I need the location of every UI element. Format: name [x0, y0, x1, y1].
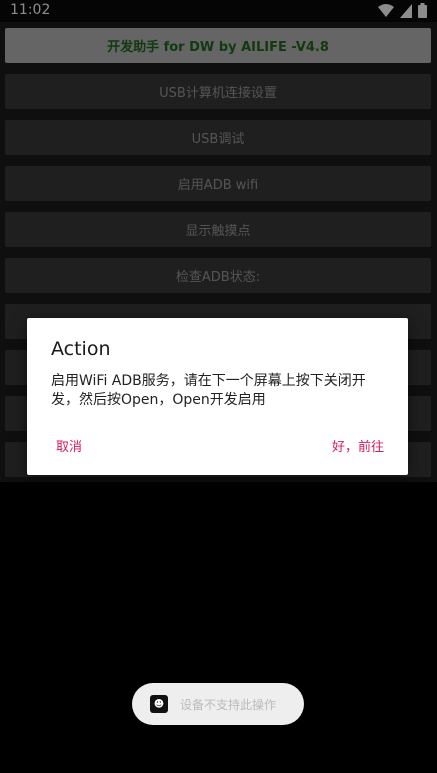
toast: ☻ 设备不支持此操作	[132, 683, 304, 725]
toast-app-icon: ☻	[150, 695, 168, 713]
dialog-title: Action	[51, 338, 111, 360]
ok-go-button[interactable]: 好，前往	[332, 436, 384, 455]
dialog-message: 启用WiFi ADB服务，请在下一个屏幕上按下关闭开发，然后按Open，Open…	[51, 373, 366, 408]
toast-text: 设备不支持此操作	[180, 697, 277, 712]
cancel-button[interactable]: 取消	[56, 436, 82, 455]
action-dialog: Action 启用WiFi ADB服务，请在下一个屏幕上按下关闭开发，然后按Op…	[27, 318, 408, 475]
